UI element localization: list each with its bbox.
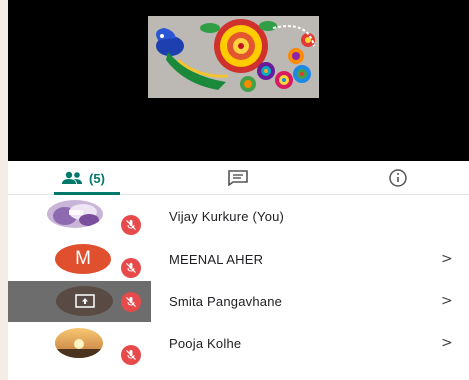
info-icon xyxy=(389,169,407,187)
participant-name: MEENAL AHER xyxy=(169,252,264,267)
shared-screen-preview[interactable] xyxy=(148,16,319,98)
mic-muted-badge xyxy=(121,345,141,365)
avatar-presenting xyxy=(56,286,113,316)
left-edge xyxy=(0,0,8,380)
people-icon xyxy=(62,171,83,184)
mic-muted-badge xyxy=(121,292,141,312)
mic-off-icon xyxy=(126,297,136,307)
participant-name: Vijay Kurkure (You) xyxy=(169,209,285,224)
mic-off-icon xyxy=(126,350,136,360)
participant-row[interactable]: Pooja Kolhe > xyxy=(8,322,469,365)
chat-icon xyxy=(228,170,248,186)
screen-share-icon xyxy=(74,294,95,308)
mic-off-icon xyxy=(126,263,136,273)
participant-row[interactable]: Vijay Kurkure (You) xyxy=(8,195,469,238)
avatar-letter: M xyxy=(55,244,111,274)
participant-row[interactable]: M MEENAL AHER > xyxy=(8,238,469,281)
participant-name: Pooja Kolhe xyxy=(169,336,242,351)
photo-avatar-image xyxy=(47,200,103,228)
chevron-right-icon[interactable]: > xyxy=(441,238,453,281)
chevron-right-icon[interactable]: > xyxy=(441,281,453,322)
avatar xyxy=(47,200,103,228)
participant-name: Smita Pangavhane xyxy=(169,294,283,309)
mic-muted-badge xyxy=(121,215,141,235)
mic-off-icon xyxy=(126,220,136,230)
chevron-right-icon[interactable]: > xyxy=(441,322,453,365)
sunset-photo-image xyxy=(55,328,103,358)
participant-row[interactable]: Smita Pangavhane > xyxy=(8,281,469,322)
mic-muted-badge xyxy=(121,258,141,278)
tab-info[interactable] xyxy=(368,161,428,195)
avatar xyxy=(55,328,103,358)
tab-people[interactable]: (5) xyxy=(38,161,128,195)
tab-bar: (5) xyxy=(8,161,469,195)
tab-chat[interactable] xyxy=(208,161,268,195)
participant-count: (5) xyxy=(89,170,105,186)
rangoli-image xyxy=(148,16,319,98)
